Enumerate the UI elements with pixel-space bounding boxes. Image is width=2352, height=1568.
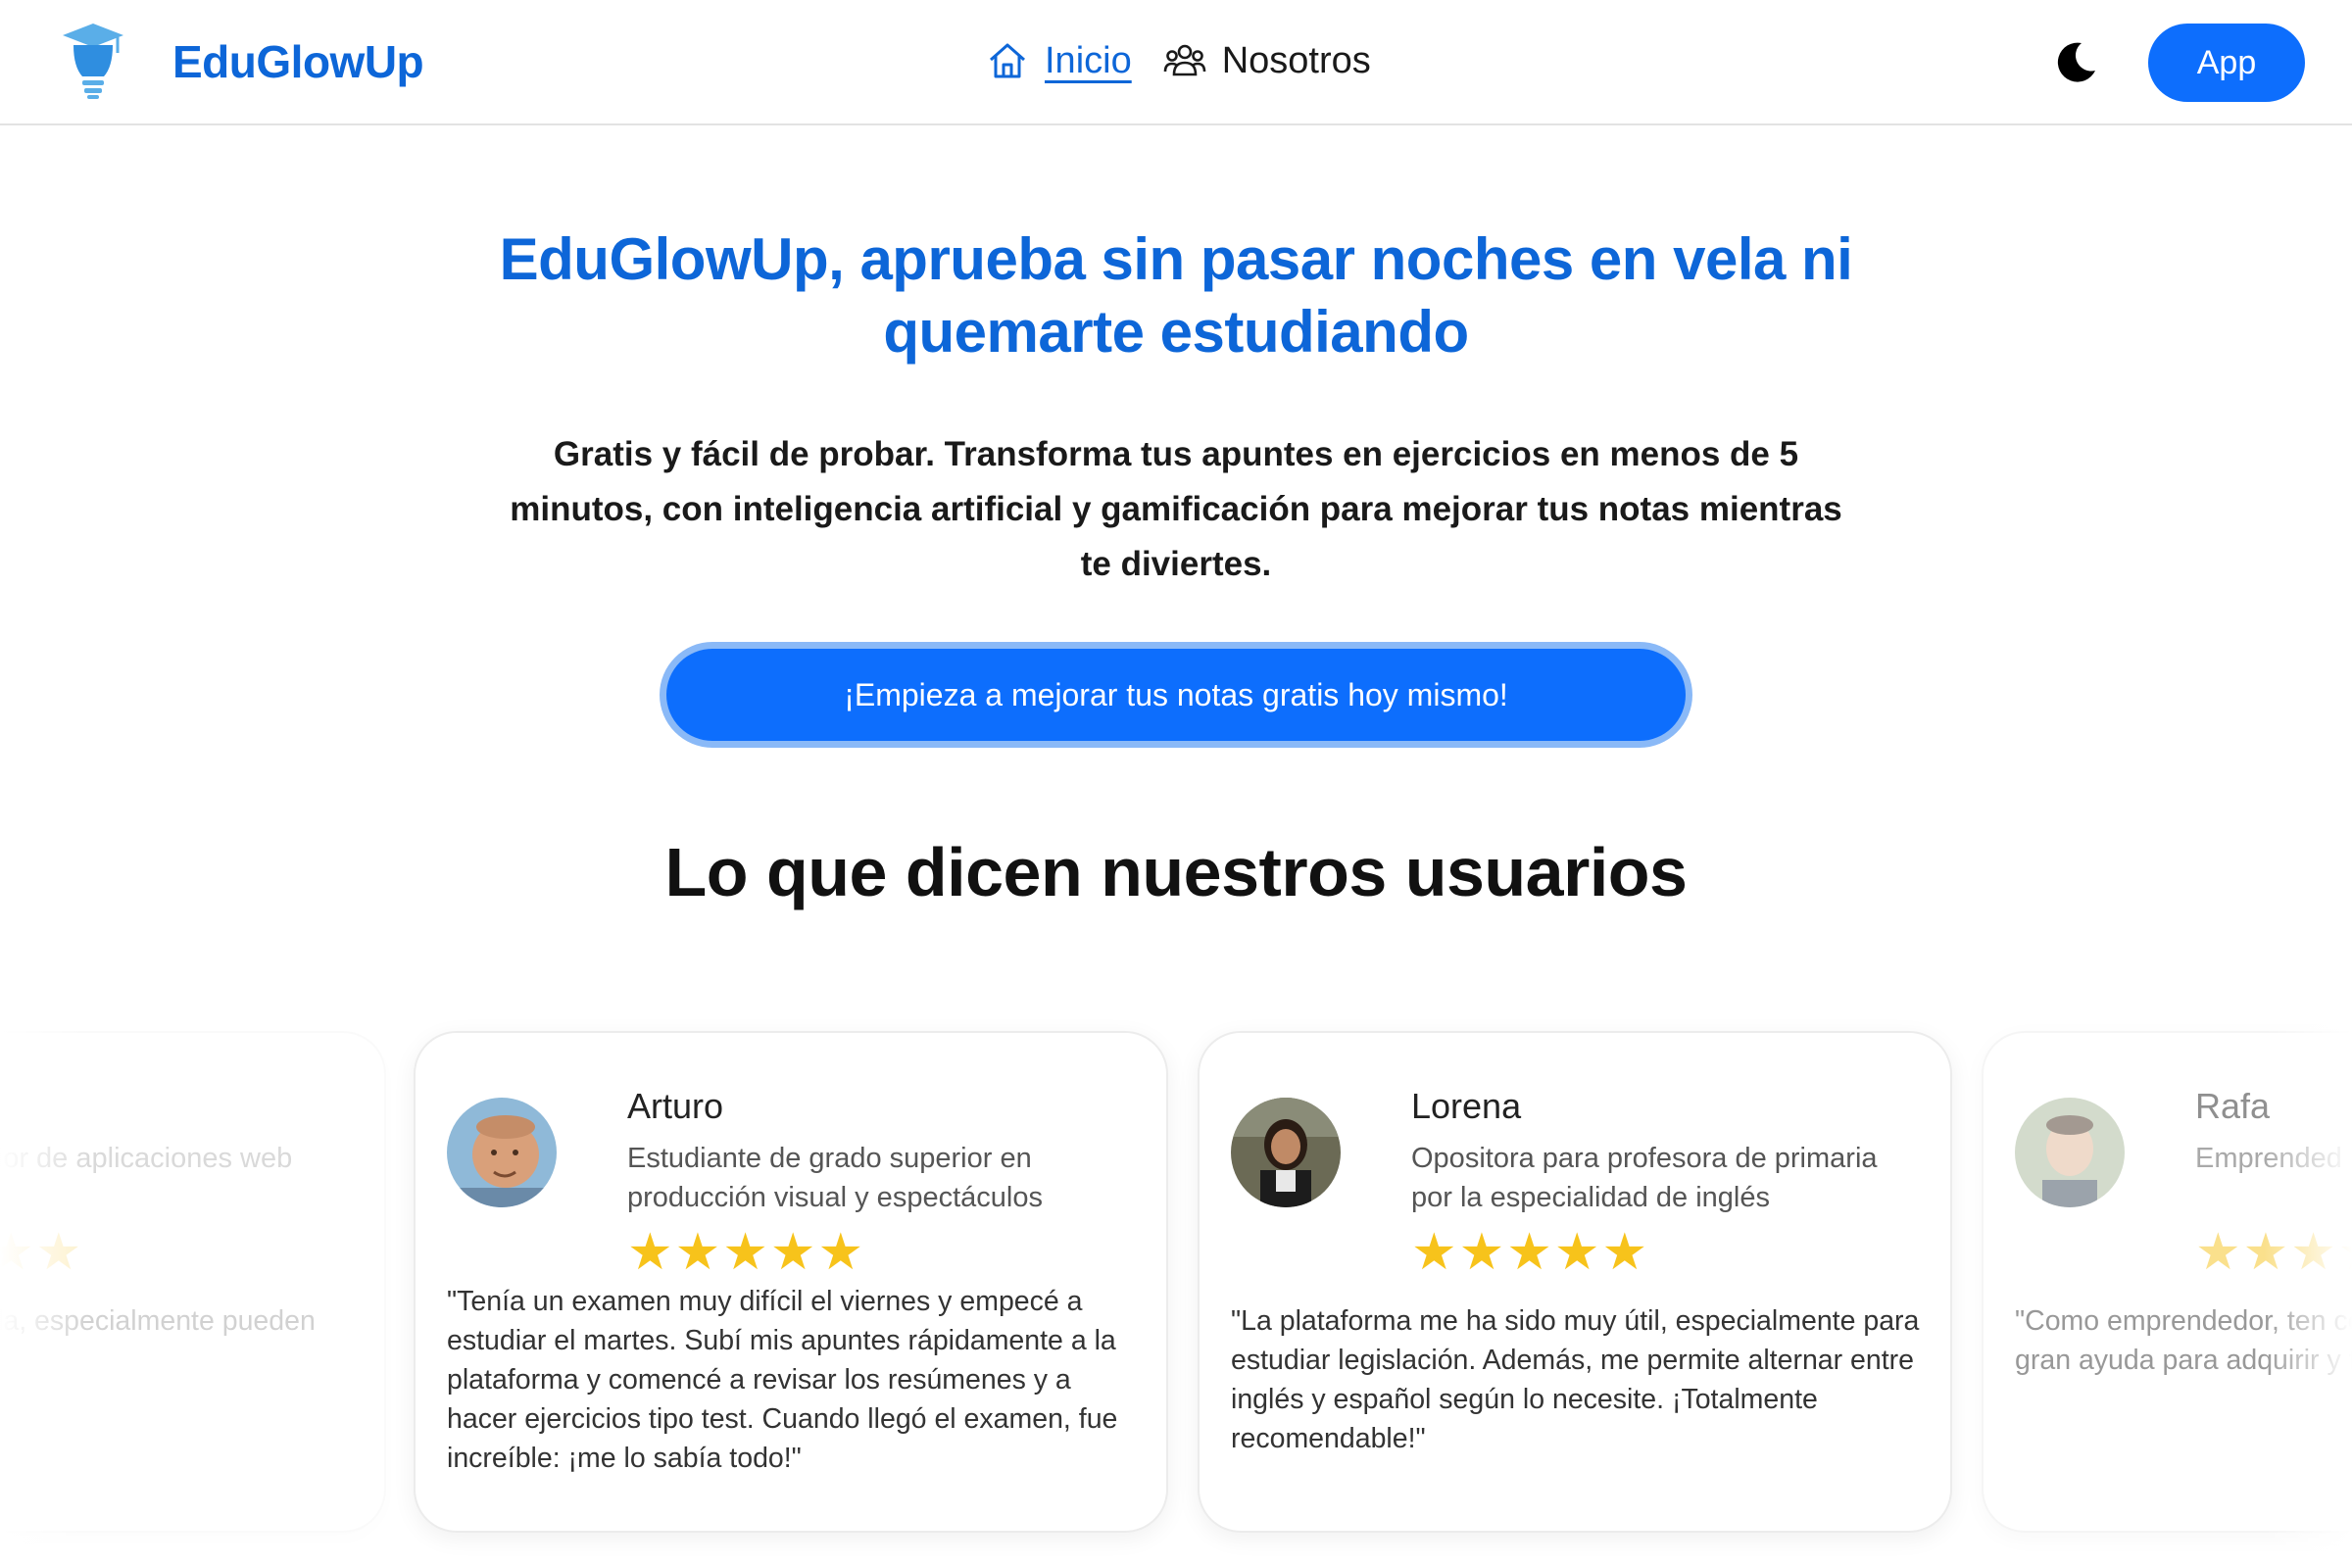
nav-item-nosotros[interactable]: Nosotros [1163, 39, 1371, 82]
star-icon: ★ [722, 1224, 768, 1281]
cta-start-free-button[interactable]: ¡Empieza a mejorar tus notas gratis hoy … [666, 649, 1686, 741]
testimonial-name: Arturo [627, 1086, 724, 1126]
hero-title: EduGlowUp, aprueba sin pasar noches en v… [392, 223, 1960, 368]
testimonial-name: Rafa [2195, 1086, 2271, 1126]
testimonial-role: Emprended [2195, 1143, 2342, 1174]
nav-label-inicio: Inicio [1045, 39, 1132, 81]
star-icon: ★ [2338, 1227, 2352, 1278]
testimonial-quote: "Tenía un examen muy difícil el viernes … [447, 1286, 1118, 1474]
testimonials-carousel[interactable]: grado superior de aplicaciones web ★★★★★… [0, 1009, 2352, 1568]
testimonial-name: Lorena [1411, 1086, 1522, 1126]
testimonial-role: grado superior de aplicaciones web [0, 1143, 293, 1174]
testimonial-card-lorena: Lorena Opositora para profesora de prima… [1198, 1031, 1952, 1533]
testimonial-card-rafa: Rafa Emprended ★★★★★ "Como emprendedor, … [1982, 1031, 2352, 1533]
testimonial-quote: "Como emprendedor, ten cosas en poco tie… [2015, 1305, 2352, 1376]
hero-title-line-1: EduGlowUp, aprueba sin pasar noches en v… [499, 226, 1853, 292]
rating-stars: ★★★★★ [0, 1227, 83, 1278]
star-icon: ★ [2195, 1224, 2241, 1281]
testimonial-quote: a repasar conceptos sencilla, especialme… [0, 1305, 316, 1337]
avatar-lorena [1231, 1098, 1341, 1207]
hero-title-line-2: quemarte estudiando [883, 299, 1469, 365]
avatar-arturo [447, 1098, 557, 1207]
star-icon: ★ [627, 1224, 673, 1281]
star-icon: ★ [1458, 1224, 1505, 1281]
users-icon [1163, 44, 1206, 76]
brand-name[interactable]: EduGlowUp [172, 35, 424, 88]
top-navbar: EduGlowUp Inicio Nosotros App [0, 0, 2352, 125]
star-icon: ★ [769, 1224, 816, 1281]
star-icon: ★ [1411, 1224, 1457, 1281]
nav-label-nosotros: Nosotros [1221, 39, 1371, 81]
star-icon: ★ [1506, 1224, 1552, 1281]
rating-stars: ★★★★★ [2195, 1227, 2352, 1278]
hero-subtitle: Gratis y fácil de probar. Transforma tus… [510, 435, 1842, 583]
home-icon [990, 43, 1025, 78]
testimonial-quote: "La plataforma me ha sido muy útil, espe… [1231, 1305, 1920, 1454]
testimonials-title: Lo que dicen nuestros usuarios [664, 834, 1688, 910]
star-icon: ★ [817, 1224, 864, 1281]
star-icon: ★ [1553, 1224, 1600, 1281]
main-nav: Inicio Nosotros [986, 35, 1371, 86]
star-icon: ★ [674, 1224, 721, 1281]
lightbulb-graduation-logo-icon[interactable] [61, 22, 125, 100]
testimonial-card: grado superior de aplicaciones web ★★★★★… [0, 1031, 386, 1533]
testimonial-card-arturo: Arturo Estudiante de grado superior en p… [414, 1031, 1168, 1533]
moon-icon[interactable] [2052, 39, 2099, 86]
star-icon: ★ [35, 1224, 82, 1281]
nav-item-inicio[interactable]: Inicio [986, 39, 1132, 82]
testimonial-role: Opositora para profesora de primaria por… [1411, 1143, 1878, 1213]
testimonial-role: Estudiante de grado superior en producci… [627, 1143, 1043, 1213]
rating-stars: ★★★★★ [627, 1227, 865, 1278]
star-icon: ★ [2242, 1224, 2289, 1281]
app-button[interactable]: App [2148, 24, 2305, 102]
star-icon: ★ [2290, 1224, 2336, 1281]
star-icon: ★ [0, 1224, 34, 1281]
rating-stars: ★★★★★ [1411, 1227, 1649, 1278]
star-icon: ★ [1601, 1224, 1648, 1281]
avatar-rafa [2015, 1098, 2125, 1207]
